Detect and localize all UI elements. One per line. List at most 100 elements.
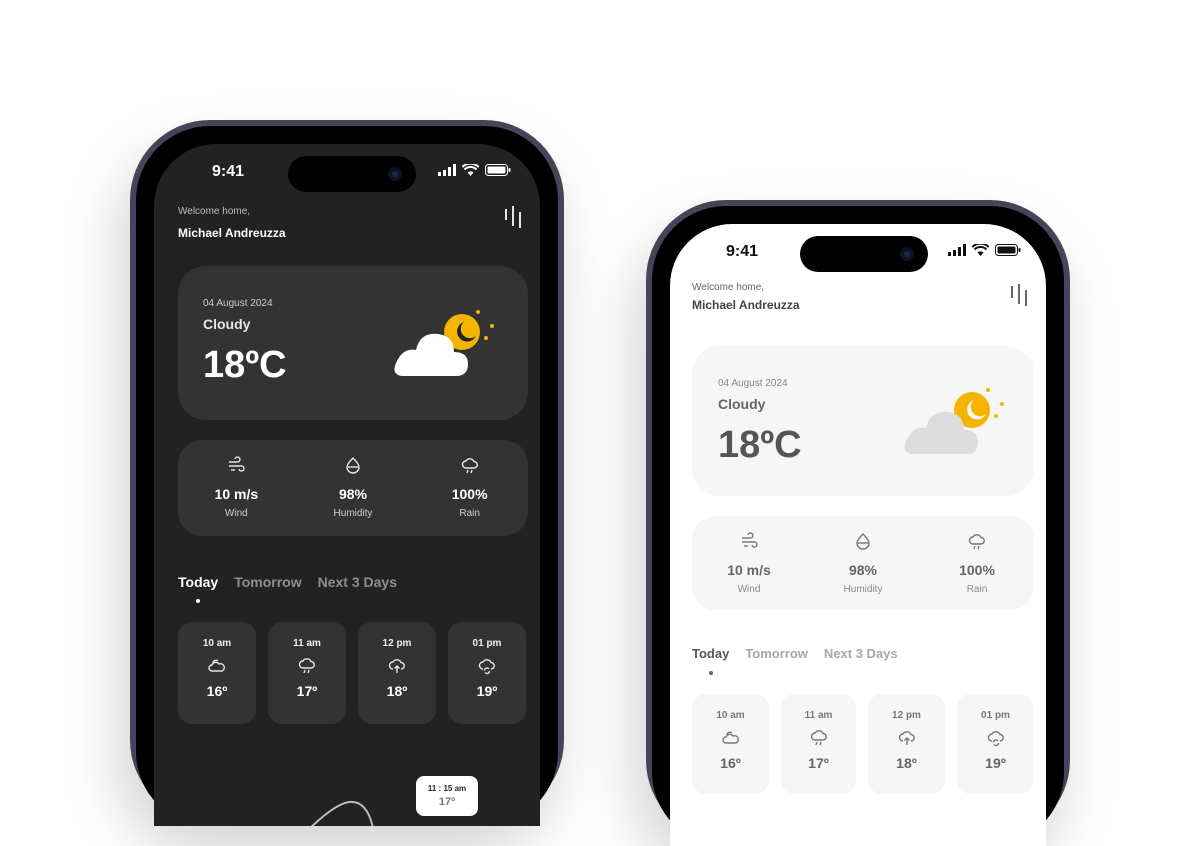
stat-label: Wind [737, 584, 761, 595]
tab-next-3-days[interactable]: Next 3 Days [318, 574, 397, 590]
cloudy-night-icon [904, 388, 1004, 454]
current-temperature: 18ºC [718, 424, 802, 466]
hourly-card[interactable]: 12 pm 18º [358, 622, 436, 724]
stat-label: Rain [966, 584, 988, 595]
hourly-time: 12 pm [382, 638, 412, 649]
wind-icon [742, 532, 758, 548]
menu-icon[interactable] [1010, 284, 1030, 306]
hourly-card[interactable]: 01 pm 19º [957, 694, 1034, 794]
welcome-text: Welcome home, [692, 282, 765, 293]
hourly-card[interactable]: 11 am 17º [781, 694, 856, 794]
humidity-icon [346, 457, 360, 474]
phone-dark-mode: 9:41 Welcome home, Michael Andreuzza 04 … [130, 120, 564, 826]
hourly-temp: 18º [386, 683, 408, 699]
hourly-time: 10 am [202, 638, 232, 649]
stat-value: 100% [959, 562, 995, 578]
phone-light-mode: 9:41 Welcome home, Michael Andreuzza 04 … [646, 200, 1070, 846]
temperature-curve [310, 800, 374, 826]
user-name: Michael Andreuzza [692, 298, 800, 312]
hourly-card[interactable]: 11 am 17º [268, 622, 346, 724]
stat-humidity: 98% Humidity [813, 532, 913, 595]
hourly-card[interactable]: 10 am 16º [692, 694, 769, 794]
hourly-temp: 19º [476, 683, 498, 699]
hourly-card[interactable]: 12 pm 18º [868, 694, 945, 794]
current-date: 04 August 2024 [203, 298, 273, 309]
hourly-time: 10 am [716, 710, 745, 721]
stat-rain: 100% Rain [927, 532, 1027, 595]
tooltip-temp: 17º [438, 796, 456, 808]
cloud-rain-icon [298, 658, 315, 674]
hourly-time: 01 pm [472, 638, 502, 649]
wifi-icon [462, 164, 479, 176]
stat-humidity: 98% Humidity [303, 456, 403, 519]
status-time: 9:41 [212, 163, 245, 180]
hourly-card[interactable]: 10 am 16º [178, 622, 256, 724]
hourly-time: 01 pm [981, 710, 1010, 721]
camera-icon [388, 167, 402, 181]
stat-label: Rain [459, 508, 480, 519]
stat-value: 100% [451, 486, 488, 502]
current-weather-card: 04 August 2024 Cloudy 18ºC [692, 346, 1034, 496]
stat-value: 10 m/s [214, 486, 259, 502]
dynamic-island [288, 156, 416, 192]
dynamic-island [800, 236, 928, 272]
cloud-upload-icon [898, 731, 915, 745]
status-icons [948, 244, 1021, 256]
tab-next-3-days[interactable]: Next 3 Days [824, 646, 898, 661]
battery-icon [485, 164, 511, 176]
user-name: Michael Andreuzza [178, 226, 286, 240]
stat-wind: 10 m/s Wind [699, 532, 799, 595]
tab-today[interactable]: Today [692, 646, 729, 675]
tab-tomorrow[interactable]: Tomorrow [234, 574, 301, 590]
tooltip-time: 11 : 15 am [427, 784, 467, 793]
hourly-time: 11 am [804, 710, 833, 721]
cloud-sync-icon [478, 659, 495, 675]
stats-card: 10 m/s Wind 98% Humidity 100% Rain [178, 440, 528, 536]
stat-wind: 10 m/s Wind [186, 456, 286, 519]
active-tab-indicator [196, 599, 201, 603]
stat-label: Wind [224, 508, 248, 519]
hourly-time: 11 am [293, 638, 321, 649]
stat-value: 98% [848, 562, 878, 578]
stat-label: Humidity [843, 584, 883, 595]
stat-label: Humidity [333, 508, 373, 519]
rain-icon [461, 458, 478, 474]
tab-tomorrow[interactable]: Tomorrow [745, 646, 808, 661]
cloud-upload-icon [388, 659, 405, 673]
screen: 9:41 Welcome home, Michael Andreuzza 04 … [154, 144, 540, 826]
welcome-text: Welcome home, [178, 206, 251, 217]
cloud-rain-icon [810, 730, 827, 746]
hourly-temp: 17º [296, 683, 318, 699]
status-icons [438, 164, 511, 176]
current-weather-card: 04 August 2024 Cloudy 18ºC [178, 266, 528, 420]
tab-today[interactable]: Today [178, 574, 218, 603]
hourly-temp: 18º [896, 755, 917, 771]
hourly-temp: 17º [808, 755, 829, 771]
active-tab-indicator [708, 671, 713, 675]
hourly-card[interactable]: 01 pm 19º [448, 622, 526, 724]
menu-icon[interactable] [504, 206, 524, 228]
partly-cloudy-icon [721, 731, 739, 744]
screen: 9:41 Welcome home, Michael Andreuzza 04 … [670, 224, 1046, 846]
chart-tooltip: 11 : 15 am 17º [416, 776, 478, 816]
partly-cloudy-icon [208, 659, 225, 672]
stat-value: 10 m/s [727, 562, 771, 578]
camera-icon [900, 247, 914, 261]
current-condition: Cloudy [203, 316, 251, 332]
humidity-icon [856, 533, 870, 550]
signal-icon [948, 244, 966, 256]
stat-value: 98% [338, 486, 367, 502]
current-temperature: 18ºC [203, 344, 287, 386]
hourly-temp: 16º [206, 683, 228, 699]
cloudy-night-icon [394, 310, 494, 376]
hourly-forecast: 10 am 16º 11 am 17º 12 pm 18º 01 pm 19º [692, 694, 1034, 794]
phone-bezel: 9:41 Welcome home, Michael Andreuzza 04 … [652, 206, 1064, 846]
wind-icon [229, 456, 245, 472]
rain-icon [968, 534, 985, 550]
stats-card: 10 m/s Wind 98% Humidity 100% Rain [692, 516, 1034, 610]
battery-icon [995, 244, 1021, 256]
signal-icon [438, 164, 456, 176]
forecast-tabs: Today Tomorrow Next 3 Days [692, 646, 898, 675]
stat-rain: 100% Rain [420, 456, 520, 519]
hourly-time: 12 pm [892, 710, 921, 721]
